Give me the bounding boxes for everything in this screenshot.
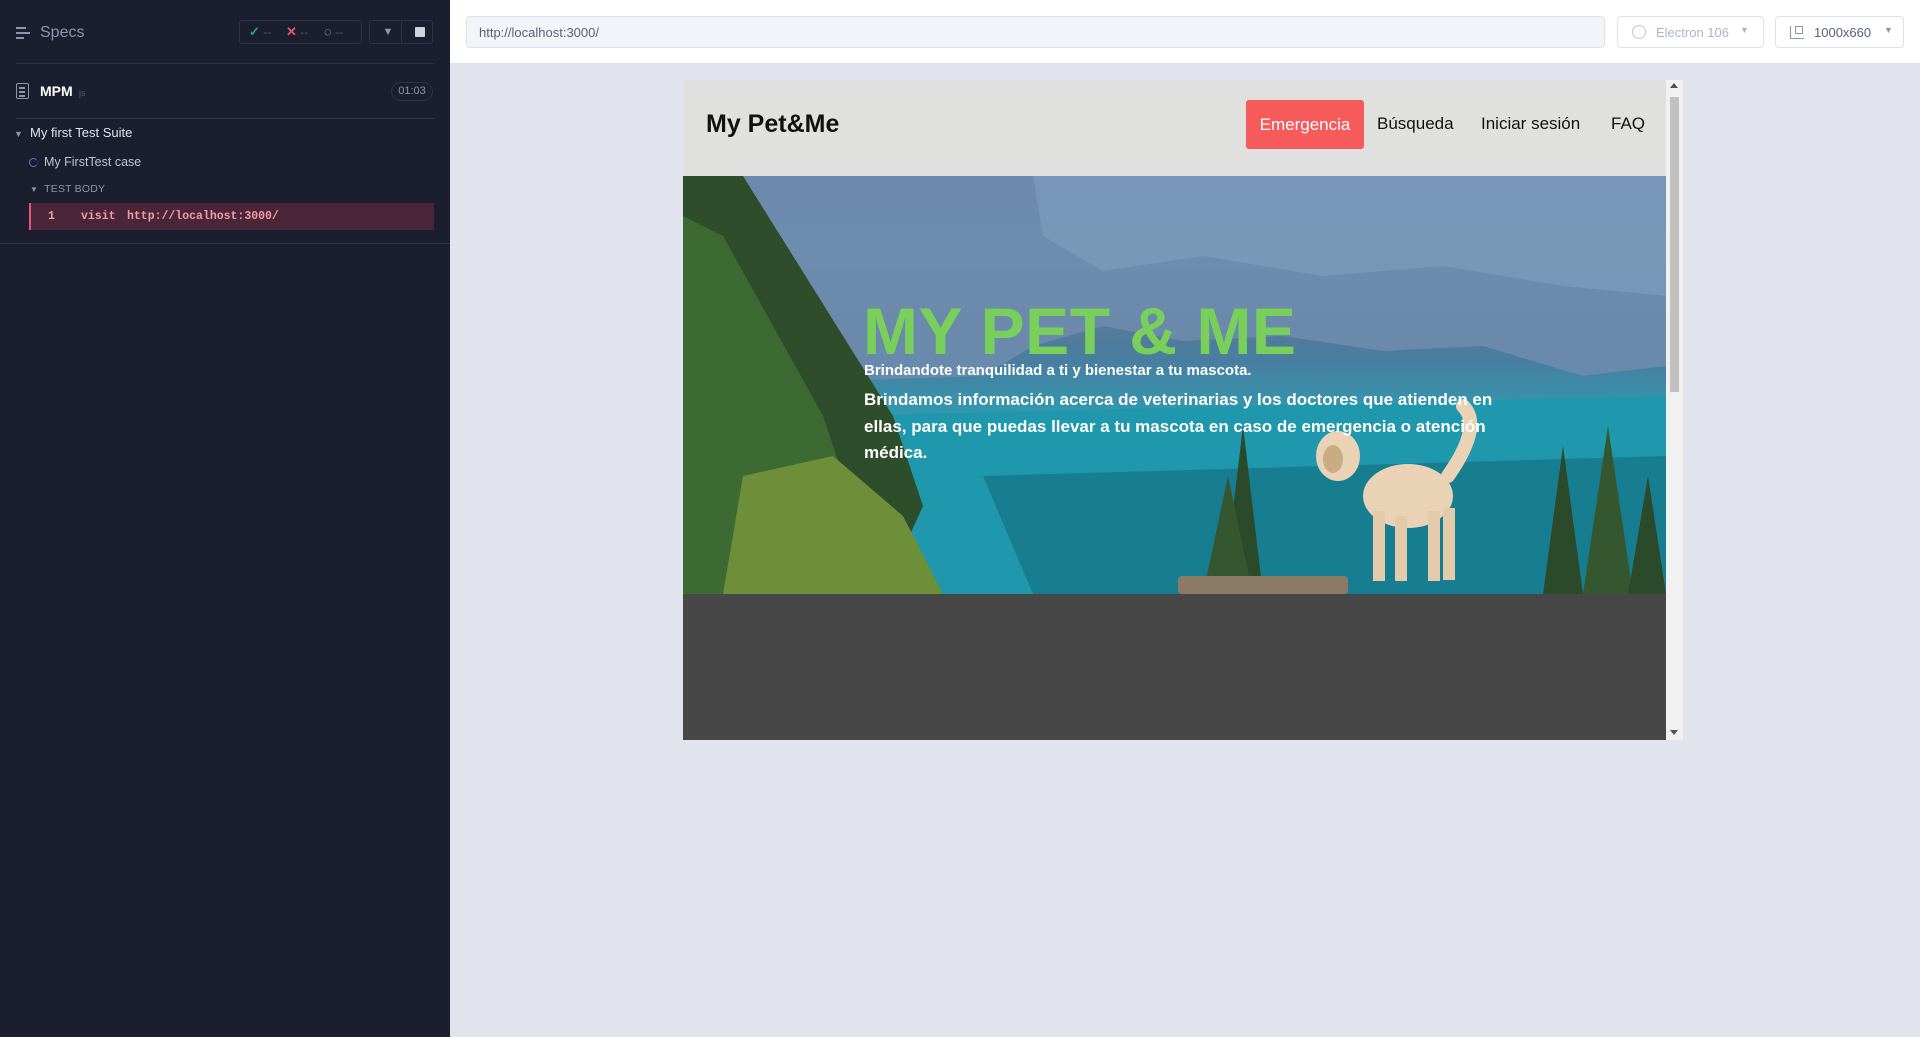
site-navbar: My Pet&Me Emergencia Búsqueda Iniciar se… [683,80,1666,176]
divider [16,63,434,64]
test-stats: ✓ -- ✕ -- ◌ -- [239,20,362,44]
collapse-button[interactable]: ▼ [376,21,400,43]
command-number: 1 [48,210,55,223]
hero-tagline: Brindandote tranquilidad a ti y bienesta… [864,362,1252,379]
aut-header: Electron 106 ▼ 1000x660 ▼ [450,0,1920,64]
chevron-down-icon: ▼ [382,26,394,38]
hero-landscape-image [683,176,1666,594]
test-case-title: My FirstTest case [44,155,142,169]
aut-scrollbar[interactable] [1666,80,1683,740]
specs-header: Specs ✓ -- ✕ -- ◌ -- ▼ [0,0,450,64]
hero-section: MY PET & ME Brindandote tranquilidad a t… [683,176,1666,594]
chevron-down-icon: ▼ [30,185,39,194]
scroll-thumb[interactable] [1670,97,1679,392]
scroll-down-arrow-icon[interactable] [1670,730,1678,735]
reporter-panel: Specs ✓ -- ✕ -- ◌ -- ▼ MPM js 01:03 ▼ My … [0,0,450,1037]
divider [16,118,434,119]
nav-login-link[interactable]: Iniciar sesión [1481,114,1580,134]
chevron-down-icon: ▼ [14,129,23,139]
spec-name[interactable]: MPM [40,83,73,99]
nav-faq-link[interactable]: FAQ [1611,114,1645,134]
specs-icon[interactable] [16,27,30,39]
divider [0,243,450,244]
browser-select[interactable]: Electron 106 ▼ [1617,16,1764,48]
viewport-icon [1790,26,1804,39]
scroll-up-arrow-icon[interactable] [1670,83,1678,88]
spec-extension: js [79,88,86,98]
nav-busqueda-link[interactable]: Búsqueda [1377,114,1454,134]
nav-emergencia-button[interactable]: Emergencia [1246,100,1364,149]
command-name: visit [81,210,116,223]
pending-stat: ◌ -- [324,24,344,39]
test-case-row[interactable]: My FirstTest case [29,155,141,169]
command-row[interactable]: 1 visit http://localhost:3000/ [29,203,434,230]
command-message: http://localhost:3000/ [127,210,279,223]
stop-button[interactable] [415,27,425,37]
suite-title: My first Test Suite [30,125,133,140]
hero-description: Brindamos información acerca de veterina… [864,390,1493,462]
url-input[interactable] [466,16,1605,48]
spinner-icon [29,158,38,167]
spinner-icon: ◌ [324,24,332,39]
spec-duration: 01:03 [391,82,433,101]
site-brand[interactable]: My Pet&Me [706,110,839,139]
failed-stat: ✕ -- [286,24,309,39]
viewport-label: 1000x660 [1814,25,1872,40]
x-icon: ✕ [286,24,297,39]
hero-title: MY PET & ME [863,294,1297,368]
specs-label[interactable]: Specs [40,24,84,42]
browser-icon [1632,25,1646,39]
run-controls: ▼ [369,20,433,44]
check-icon: ✓ [249,24,260,39]
file-icon [16,83,29,99]
test-body-row[interactable]: ▼ TEST BODY [30,183,105,195]
viewport-select[interactable]: 1000x660 ▼ [1775,16,1904,48]
spec-header: MPM js 01:03 [0,80,450,104]
test-body-label: TEST BODY [44,183,106,195]
passed-stat: ✓ -- [249,24,272,39]
aut-iframe: My Pet&Me Emergencia Búsqueda Iniciar se… [683,80,1683,740]
chevron-down-icon: ▼ [1740,25,1749,35]
suite-title-row[interactable]: ▼ My first Test Suite [14,125,132,140]
chevron-down-icon: ▼ [1884,25,1893,35]
browser-label: Electron 106 [1656,25,1729,40]
